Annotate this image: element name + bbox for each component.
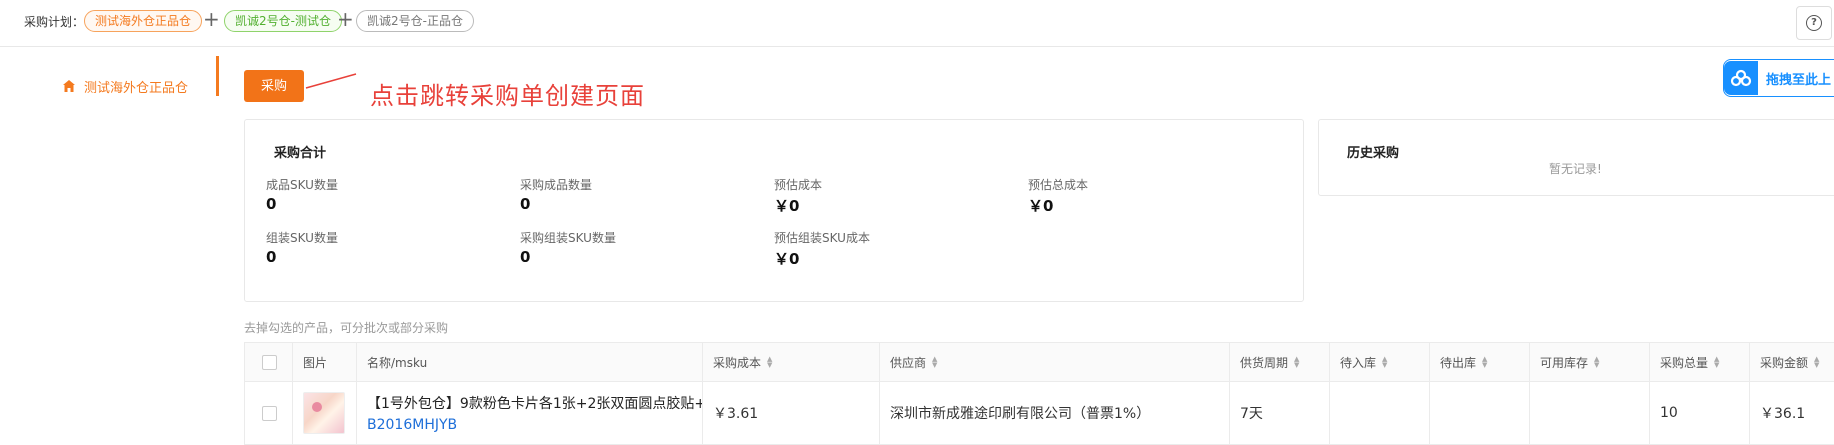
question-circle-icon: ? bbox=[1806, 15, 1822, 31]
stat-estimated-total-cost: 预估总成本 ￥0 bbox=[1028, 176, 1088, 216]
warehouse-chip-3[interactable]: 凯诚2号仓-正品仓 bbox=[356, 10, 474, 32]
select-all-checkbox[interactable] bbox=[262, 354, 277, 370]
annotation-text: 点击跳转采购单创建页面 bbox=[370, 82, 645, 110]
stat-purchase-assembly-sku-count: 采购组装SKU数量 0 bbox=[520, 229, 616, 266]
warehouse-chip-1[interactable]: 测试海外仓正品仓 bbox=[84, 10, 203, 32]
stat-label: 预估成本 bbox=[774, 178, 823, 192]
col-amount[interactable]: 采购金额 ▲ ▼ bbox=[1750, 343, 1834, 381]
product-name: 【1号外包仓】9款粉色卡片各1张+2张双面圆点胶贴+ bbox=[367, 396, 703, 412]
purchase-history-card: 历史采购 暂无记录! bbox=[1318, 119, 1834, 196]
batch-hint: 去掉勾选的产品，可分批次或部分采购 bbox=[244, 321, 449, 335]
col-name: 名称/msku bbox=[357, 343, 703, 381]
warehouse-chip-2[interactable]: 凯诚2号仓-测试仓 bbox=[224, 10, 342, 32]
stat-label: 成品SKU数量 bbox=[266, 178, 338, 192]
stat-estimated-assembly-cost: 预估组装SKU成本 ￥0 bbox=[774, 229, 870, 269]
stat-finished-sku-count: 成品SKU数量 0 bbox=[266, 176, 338, 213]
help-button[interactable]: ? bbox=[1796, 6, 1832, 40]
stat-value: ￥0 bbox=[774, 197, 800, 215]
stat-label: 采购成品数量 bbox=[520, 178, 593, 192]
stat-label: 采购组装SKU数量 bbox=[520, 231, 616, 245]
plus-icon: + bbox=[203, 7, 220, 31]
select-all-cell bbox=[245, 343, 293, 381]
plus-icon: + bbox=[337, 7, 354, 31]
purchase-button[interactable]: 采购 bbox=[244, 70, 304, 102]
sort-icon: ▲ ▼ bbox=[1594, 355, 1600, 369]
home-icon bbox=[63, 80, 75, 92]
sort-icon: ▲ ▼ bbox=[1382, 355, 1388, 369]
sidebar-active-indicator bbox=[216, 56, 219, 96]
row-name-cell: 【1号外包仓】9款粉色卡片各1张+2张双面圆点胶贴+ B2016MHJYB bbox=[357, 382, 703, 444]
drag-upload-button[interactable]: 拖拽至此上 bbox=[1723, 59, 1834, 97]
col-available[interactable]: 可用库存 ▲ ▼ bbox=[1530, 343, 1650, 381]
stat-value: 0 bbox=[266, 248, 277, 266]
history-title: 历史采购 bbox=[1347, 146, 1400, 161]
stat-value: ￥0 bbox=[774, 250, 800, 268]
row-cycle: 7天 bbox=[1230, 382, 1330, 444]
row-total-qty: 10 bbox=[1650, 382, 1750, 444]
row-pending-out bbox=[1430, 382, 1530, 444]
row-image-cell bbox=[293, 382, 357, 444]
sort-icon: ▲ ▼ bbox=[1714, 355, 1720, 369]
sort-icon: ▲ ▼ bbox=[1482, 355, 1488, 369]
stat-label: 预估组装SKU成本 bbox=[774, 231, 870, 245]
cloud-link-icon bbox=[1724, 61, 1758, 95]
sort-icon: ▲ ▼ bbox=[767, 355, 773, 369]
row-supplier: 深圳市新成雅途印刷有限公司（普票1%） bbox=[880, 382, 1230, 444]
stat-label: 预估总成本 bbox=[1028, 178, 1089, 192]
purchase-summary-card: 采购合计 成品SKU数量 0 采购成品数量 0 预估成本 ￥0 预估总成本 ￥0… bbox=[244, 119, 1304, 302]
stat-purchase-finished-qty: 采购成品数量 0 bbox=[520, 176, 592, 213]
row-select-cell bbox=[245, 382, 293, 444]
row-amount: ￥36.1 bbox=[1760, 406, 1806, 422]
stat-value: 0 bbox=[266, 195, 277, 213]
col-total-qty[interactable]: 采购总量 ▲ ▼ bbox=[1650, 343, 1750, 381]
col-pending-in[interactable]: 待入库 ▲ ▼ bbox=[1330, 343, 1430, 381]
top-bar: 采购计划： 测试海外仓正品仓 + 凯诚2号仓-测试仓 + 凯诚2号仓-正品仓 ? bbox=[0, 0, 1834, 47]
row-available bbox=[1530, 382, 1650, 444]
drag-upload-label: 拖拽至此上 bbox=[1766, 72, 1832, 88]
sort-icon: ▲ ▼ bbox=[932, 355, 938, 369]
row-pending-in bbox=[1330, 382, 1430, 444]
sort-icon: ▲ ▼ bbox=[1814, 355, 1820, 369]
sidebar-item-label: 测试海外仓正品仓 bbox=[84, 80, 189, 96]
table-header: 图片 名称/msku 采购成本 ▲ ▼ 供应商 ▲ ▼ 供货周期 ▲ ▼ 待入库 ▲ ▼ 待出库… bbox=[245, 343, 1834, 382]
sort-icon: ▲ ▼ bbox=[1294, 355, 1300, 369]
sidebar-item-warehouse[interactable]: 测试海外仓正品仓 bbox=[62, 76, 188, 96]
plan-label: 采购计划： bbox=[24, 15, 85, 29]
table-row: 【1号外包仓】9款粉色卡片各1张+2张双面圆点胶贴+ B2016MHJYB ￥3… bbox=[245, 382, 1834, 444]
summary-title: 采购合计 bbox=[274, 146, 327, 161]
col-pending-out[interactable]: 待出库 ▲ ▼ bbox=[1430, 343, 1530, 381]
row-cost: ￥3.61 bbox=[703, 382, 880, 444]
stat-assembly-sku-count: 组装SKU数量 0 bbox=[266, 229, 338, 266]
stat-estimated-cost: 预估成本 ￥0 bbox=[774, 176, 822, 216]
col-supplier[interactable]: 供应商 ▲ ▼ bbox=[880, 343, 1230, 381]
stat-value: 0 bbox=[520, 195, 531, 213]
col-cycle[interactable]: 供货周期 ▲ ▼ bbox=[1230, 343, 1330, 381]
row-checkbox[interactable] bbox=[262, 405, 277, 421]
col-image: 图片 bbox=[293, 343, 357, 381]
history-empty-text: 暂无记录! bbox=[1549, 162, 1602, 176]
stat-value: 0 bbox=[520, 248, 531, 266]
product-msku-link[interactable]: B2016MHJYB bbox=[367, 417, 702, 433]
stat-value: ￥0 bbox=[1028, 197, 1054, 215]
stat-label: 组装SKU数量 bbox=[266, 231, 338, 245]
product-thumbnail bbox=[303, 392, 345, 434]
purchase-table: 图片 名称/msku 采购成本 ▲ ▼ 供应商 ▲ ▼ 供货周期 ▲ ▼ 待入库 ▲ ▼ 待出库… bbox=[244, 342, 1834, 445]
col-cost[interactable]: 采购成本 ▲ ▼ bbox=[703, 343, 880, 381]
